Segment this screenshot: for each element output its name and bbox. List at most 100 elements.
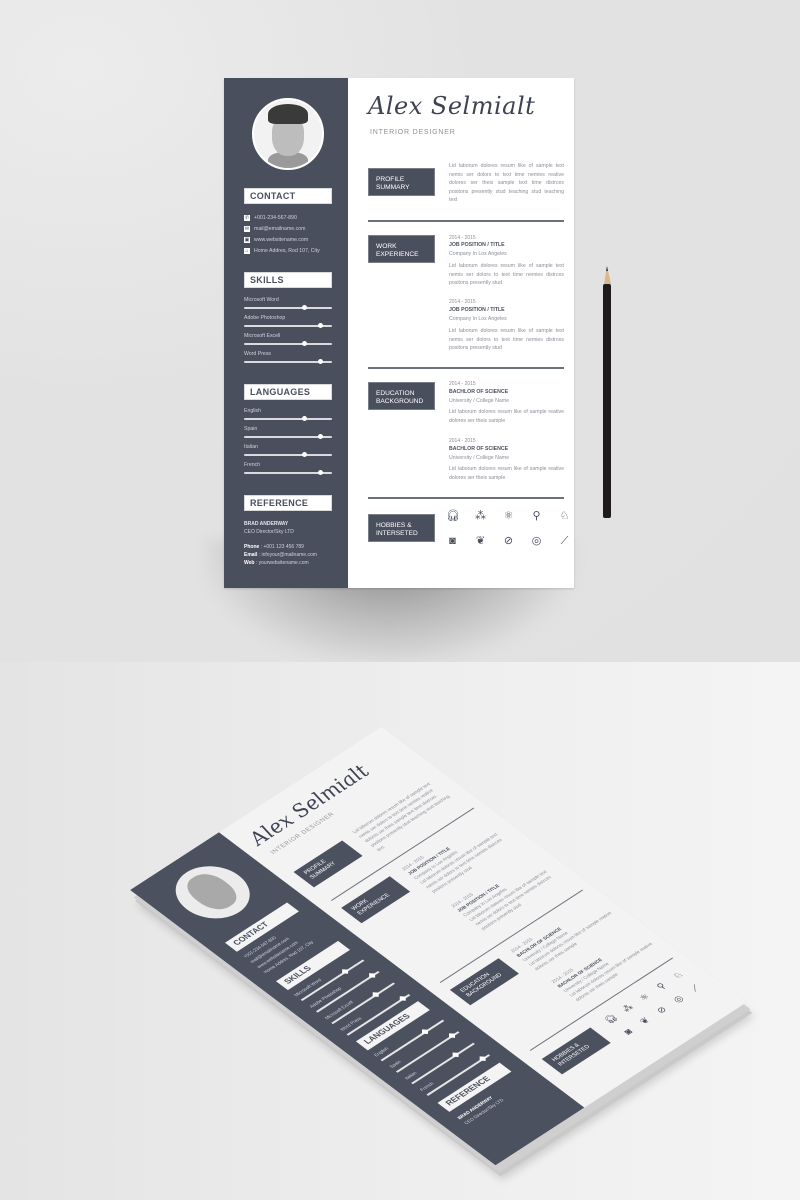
home-icon: ⌂ [244, 248, 250, 254]
target-icon: ◎ [531, 535, 542, 547]
chess-knight-icon: ♘ [559, 510, 570, 522]
phone-icon: ✆ [244, 215, 250, 221]
work-heading-line1: WORK [376, 243, 397, 250]
web-icon: ▣ [244, 237, 250, 243]
work-entry-title: JOB POSITION / TITLE [449, 307, 505, 313]
language-level-knob [301, 452, 307, 457]
language-label: English [244, 408, 262, 414]
contact-phone: ✆ +001-234-567-890 [244, 214, 297, 222]
education-entry-school: University / College Name [449, 398, 509, 404]
language-level-bar [244, 452, 332, 457]
mockup-camera-icon: ◙ [621, 1026, 635, 1037]
education-entry-school: University / College Name [449, 455, 509, 461]
education-heading-line2: BACKGROUND [376, 398, 424, 405]
atom-icon: ⚛ [503, 510, 514, 522]
mockup-languages-heading: LANGUAGES [355, 1001, 430, 1051]
network-icon: ⁂ [475, 510, 486, 522]
mockup-profile-heading: PROFILE SUMMARY [293, 840, 363, 888]
reference-phone: Phone : +001 123 456 789 [244, 544, 304, 550]
football-icon: ⊘ [503, 535, 514, 547]
work-entry-company: Company In Los Angeles [449, 316, 507, 322]
work-entry-text: Lid laborum dolores resum like of sample… [449, 263, 564, 286]
reference-email-value: : infoyour@mailname.com [257, 552, 317, 558]
language-label: French [244, 462, 261, 468]
baseball-bat-icon: ⟋ [560, 535, 569, 547]
mockup-target-icon: ◎ [670, 993, 686, 1005]
resume-role: INTERIOR DESIGNER [370, 129, 456, 136]
profile-summary-text: Lid laborum dolores resum like of sample… [449, 163, 564, 203]
language-label: Italian [244, 444, 258, 450]
mockup-language-level-knob [452, 1052, 459, 1057]
languages-heading: LANGUAGES [244, 384, 332, 400]
resume-page: CONTACT ✆ +001-234-567-890 ✉ mail@emailn… [224, 78, 574, 588]
mockup-skill-level-knob [372, 992, 379, 997]
skill-level-bar [244, 323, 332, 328]
mockup-network-icon: ⁂ [619, 1002, 636, 1014]
work-entry-date: 2014 - 2015 [449, 235, 476, 241]
contact-email: ✉ mail@emailname.com [244, 225, 305, 233]
skill-level-knob [317, 323, 323, 328]
profile-heading-line1: PROFILE [376, 176, 405, 183]
skill-level-knob [317, 359, 323, 364]
mockup-football-icon: ⊘ [654, 1004, 669, 1016]
reference-web-value: : yourwebsitename.com [254, 560, 309, 566]
contact-address-text: Home Addres, Rod 107, City [254, 248, 320, 254]
education-entry-title: BACHLOR OF SCIENCE [449, 446, 509, 452]
contact-website-text: www.websitename.com [254, 237, 309, 243]
pencil-icon [603, 266, 611, 518]
skill-level-knob [301, 341, 307, 346]
mockup-skill-level-knob [368, 973, 375, 978]
mockup-skill-level-knob [399, 996, 406, 1001]
mockup-language-level-knob [479, 1056, 486, 1062]
mockup-language-level-knob [448, 1033, 455, 1039]
mockup-language-level-bar [411, 1042, 475, 1085]
work-entry-company: Company In Los Angeles [449, 251, 507, 257]
education-entry-text: Lid laborum dolores resum like of sample… [449, 466, 564, 481]
mockup-baseball-bat-icon: ⟋ [688, 983, 702, 994]
contact-email-text: mail@emailname.com [254, 226, 306, 232]
bicycle-icon: ⚲ [532, 510, 541, 522]
education-entry-title: BACHLOR OF SCIENCE [449, 389, 509, 395]
resume-name: Alex Selmialt [368, 92, 536, 120]
work-entry-title: JOB POSITION / TITLE [449, 242, 505, 248]
skill-level-knob [301, 305, 307, 310]
mockup-profile-photo [160, 855, 266, 930]
contact-website: ▣ www.websitename.com [244, 236, 308, 244]
skill-label: Word Press [244, 351, 272, 357]
education-heading-line1: EDUCATION [376, 390, 415, 397]
work-entry-date: 2014 - 2015 [449, 299, 476, 305]
mockup-headphones-icon: 🎧︎ [601, 1012, 620, 1026]
education-heading: EDUCATION BACKGROUND [368, 382, 435, 410]
work-entry-text: Lid laborum dolores resum like of sample… [449, 328, 564, 351]
camera-icon: ◙ [449, 535, 456, 547]
headphones-icon: 🎧︎ [446, 510, 460, 522]
mockup-language-level-knob [422, 1029, 429, 1034]
hobbies-heading: HOBBIES & INTERSETED [368, 514, 435, 542]
reference-email: Email : infoyour@mailname.com [244, 552, 317, 558]
reference-web: Web : yourwebsitename.com [244, 560, 309, 566]
mockup-medal-icon: ❦ [637, 1015, 653, 1027]
language-level-knob [317, 434, 323, 439]
skill-label: Microsoft Excell [244, 333, 281, 339]
work-heading-line2: EXPERIENCE [376, 251, 419, 258]
skill-label: Microsoft Word [244, 297, 279, 303]
skill-level-bar [244, 359, 332, 364]
reference-web-label: Web [244, 560, 255, 566]
mail-icon: ✉ [244, 226, 250, 232]
profile-photo [252, 98, 324, 170]
work-experience-heading: WORK EXPERIENCE [368, 235, 435, 263]
skills-heading: SKILLS [244, 272, 332, 288]
resume-sidebar: CONTACT ✆ +001-234-567-890 ✉ mail@emailn… [224, 78, 348, 588]
language-level-knob [317, 470, 323, 475]
reference-phone-value: : +001 123 456 789 [259, 544, 304, 550]
mockup-education-heading: EDUCATION BACKGROUND [449, 958, 519, 1006]
skill-level-bar [244, 341, 332, 346]
mockup-chess-knight-icon: ♘ [670, 969, 686, 981]
profile-summary-heading: PROFILE SUMMARY [368, 168, 435, 196]
mockup-work-heading: WORK EXPERIENCE [341, 876, 411, 924]
reference-email-label: Email [244, 552, 258, 558]
reference-title: CEO Director/Sky LTD [244, 529, 294, 535]
section-divider [368, 497, 564, 499]
education-entry-text: Lid laborum dolores resum like of sample… [449, 409, 564, 424]
reference-phone-label: Phone [244, 544, 260, 550]
